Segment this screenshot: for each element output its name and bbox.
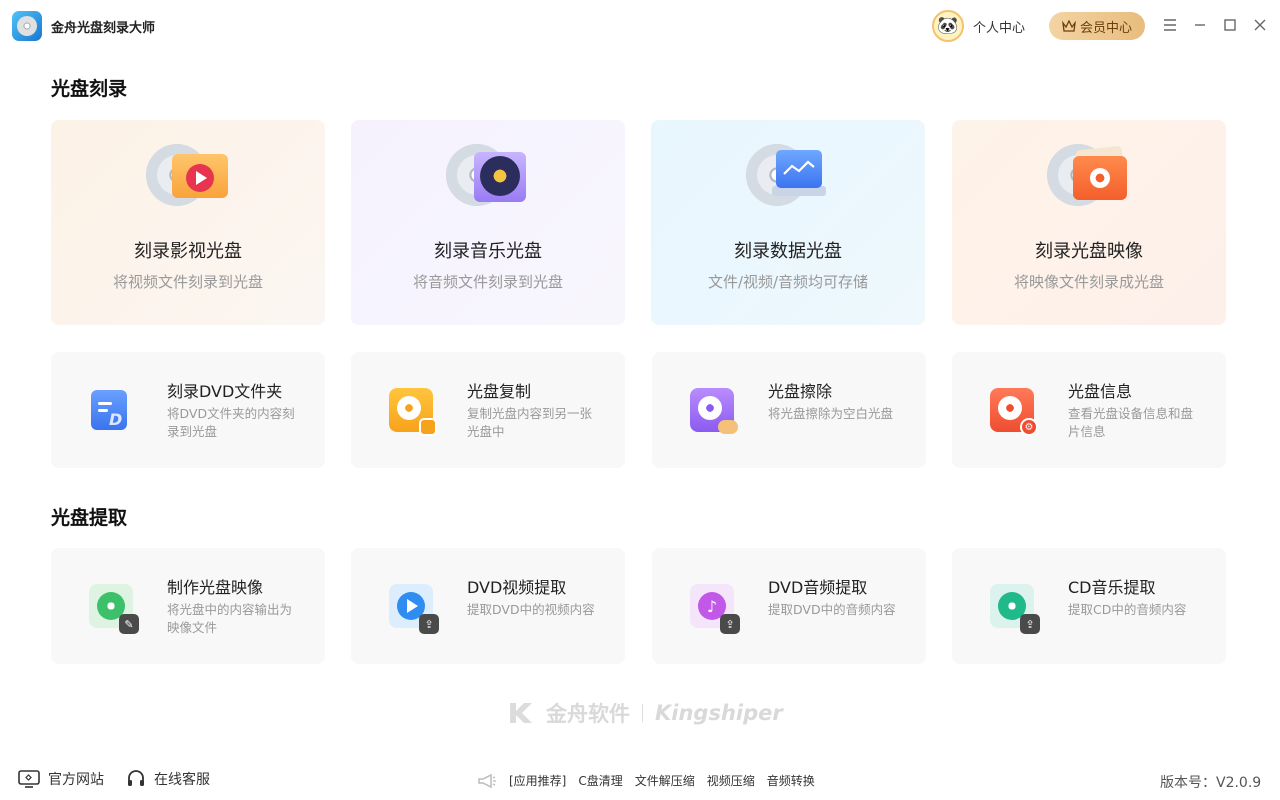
card-description: 复制光盘内容到另一张光盘中 xyxy=(467,406,593,439)
card-title: 刻录音乐光盘 xyxy=(434,241,542,262)
dvd-audio-extract-card[interactable]: ♪ ⇪ DVD音频提取 提取DVD中的音频内容 xyxy=(652,548,926,664)
music-disc-icon xyxy=(446,142,530,208)
card-subtitle: 将音频文件刻录到光盘 xyxy=(412,273,563,291)
official-website-label: 官方网站 xyxy=(48,772,104,788)
app-recommend-label: [应用推荐] xyxy=(509,774,567,788)
tool-link-audio-convert[interactable]: 音频转换 xyxy=(767,772,815,789)
card-description: 将光盘中的内容输出为映像文件 xyxy=(167,602,293,635)
crown-icon xyxy=(1062,20,1076,32)
card-title: CD音乐提取 xyxy=(1068,578,1156,597)
brand-logo-icon xyxy=(510,703,532,723)
card-subtitle: 将视频文件刻录到光盘 xyxy=(112,273,263,291)
menu-icon[interactable] xyxy=(1159,14,1181,36)
vip-center-button[interactable]: 会员中心 xyxy=(1049,12,1145,40)
burn-music-disc-card[interactable]: 刻录音乐光盘 将音频文件刻录到光盘 xyxy=(351,120,625,325)
card-description: 将DVD文件夹的内容刻录到光盘 xyxy=(167,406,295,439)
vip-center-label: 会员中心 xyxy=(1079,20,1132,36)
online-support-label: 在线客服 xyxy=(154,772,210,788)
megaphone-icon xyxy=(478,773,496,788)
card-description: 提取DVD中的视频内容 xyxy=(467,602,595,617)
official-website-link[interactable]: 官方网站 xyxy=(18,769,104,789)
card-subtitle: 将映像文件刻录成光盘 xyxy=(1013,273,1164,291)
dvd-video-extract-card[interactable]: ⇪ DVD视频提取 提取DVD中的视频内容 xyxy=(351,548,625,664)
card-title: 光盘复制 xyxy=(467,382,532,401)
section-title-extract: 光盘提取 xyxy=(51,507,128,529)
cd-music-extract-card[interactable]: ⇪ CD音乐提取 提取CD中的音频内容 xyxy=(952,548,1226,664)
audio-extract-icon: ♪ ⇪ xyxy=(690,584,740,634)
card-title: 光盘擦除 xyxy=(768,382,833,401)
video-extract-icon: ⇪ xyxy=(389,584,439,634)
minimize-icon[interactable] xyxy=(1189,14,1211,36)
brand-name-cn: 金舟软件 xyxy=(546,702,630,726)
card-subtitle: 文件/视频/音频均可存储 xyxy=(707,273,869,291)
disc-erase-icon xyxy=(690,388,738,434)
disc-copy-card[interactable]: 光盘复制 复制光盘内容到另一张光盘中 xyxy=(351,352,625,468)
headset-icon xyxy=(128,770,144,786)
title-bar: 金舟光盘刻录大师 🐼 个人中心 会员中心 xyxy=(0,0,1280,52)
tool-recommend-bar: [应用推荐] C盘清理 文件解压缩 视频压缩 音频转换 xyxy=(477,772,815,789)
disc-info-icon: ⚙ xyxy=(990,388,1038,436)
tool-link-video-compress[interactable]: 视频压缩 xyxy=(707,772,755,789)
card-description: 查看光盘设备信息和盘片信息 xyxy=(1068,406,1194,439)
export-icon: ⇪ xyxy=(1020,614,1040,634)
image-folder-disc-icon xyxy=(1047,142,1131,208)
tool-link-file-unzip[interactable]: 文件解压缩 xyxy=(635,772,695,789)
disc-erase-card[interactable]: 光盘擦除 将光盘擦除为空白光盘 xyxy=(652,352,926,468)
brand-watermark: 金舟软件 Kingshiper xyxy=(508,698,783,728)
maximize-icon[interactable] xyxy=(1219,14,1241,36)
burn-disc-image-card[interactable]: 刻录光盘映像 将映像文件刻录成光盘 xyxy=(952,120,1226,325)
card-title: 刻录DVD文件夹 xyxy=(167,382,283,401)
personal-center-link[interactable]: 个人中心 xyxy=(973,17,1025,36)
card-description: 将光盘擦除为空白光盘 xyxy=(768,406,894,421)
burn-data-disc-card[interactable]: 刻录数据光盘 文件/视频/音频均可存储 xyxy=(651,120,925,325)
card-description: 提取CD中的音频内容 xyxy=(1068,602,1187,617)
card-title: 光盘信息 xyxy=(1068,382,1133,401)
tool-link-c-drive-clean[interactable]: C盘清理 xyxy=(578,772,622,789)
card-title: 刻录影视光盘 xyxy=(134,241,242,262)
card-description: 提取DVD中的音频内容 xyxy=(768,602,896,617)
card-title: DVD音频提取 xyxy=(768,578,868,597)
data-disc-icon xyxy=(746,142,830,208)
disc-info-card[interactable]: ⚙ 光盘信息 查看光盘设备信息和盘片信息 xyxy=(952,352,1226,468)
video-folder-disc-icon xyxy=(146,142,230,208)
export-icon: ⇪ xyxy=(720,614,740,634)
card-title: DVD视频提取 xyxy=(467,578,567,597)
card-title: 刻录光盘映像 xyxy=(1035,241,1143,262)
monitor-icon xyxy=(18,770,40,788)
card-title: 制作光盘映像 xyxy=(167,578,264,597)
app-logo-icon xyxy=(12,11,42,41)
cd-music-extract-icon: ⇪ xyxy=(990,584,1040,634)
brand-name-en: Kingshiper xyxy=(655,701,783,725)
disc-copy-icon xyxy=(389,388,437,436)
section-title-burn: 光盘刻录 xyxy=(51,78,128,100)
export-icon: ⇪ xyxy=(419,614,439,634)
avatar[interactable]: 🐼 xyxy=(932,10,964,42)
make-disc-image-card[interactable]: ✎ 制作光盘映像 将光盘中的内容输出为映像文件 xyxy=(51,548,325,664)
edit-icon: ✎ xyxy=(119,614,139,634)
dvd-folder-icon: D xyxy=(89,388,133,432)
burn-dvd-folder-card[interactable]: D 刻录DVD文件夹 将DVD文件夹的内容刻录到光盘 xyxy=(51,352,325,468)
version-label: 版本号：V2.0.9 xyxy=(1160,775,1262,791)
card-title: 刻录数据光盘 xyxy=(734,241,842,262)
online-support-link[interactable]: 在线客服 xyxy=(126,769,210,789)
close-icon[interactable] xyxy=(1249,14,1271,36)
app-title: 金舟光盘刻录大师 xyxy=(51,21,156,36)
make-image-icon: ✎ xyxy=(89,584,139,634)
burn-video-disc-card[interactable]: 刻录影视光盘 将视频文件刻录到光盘 xyxy=(51,120,325,325)
